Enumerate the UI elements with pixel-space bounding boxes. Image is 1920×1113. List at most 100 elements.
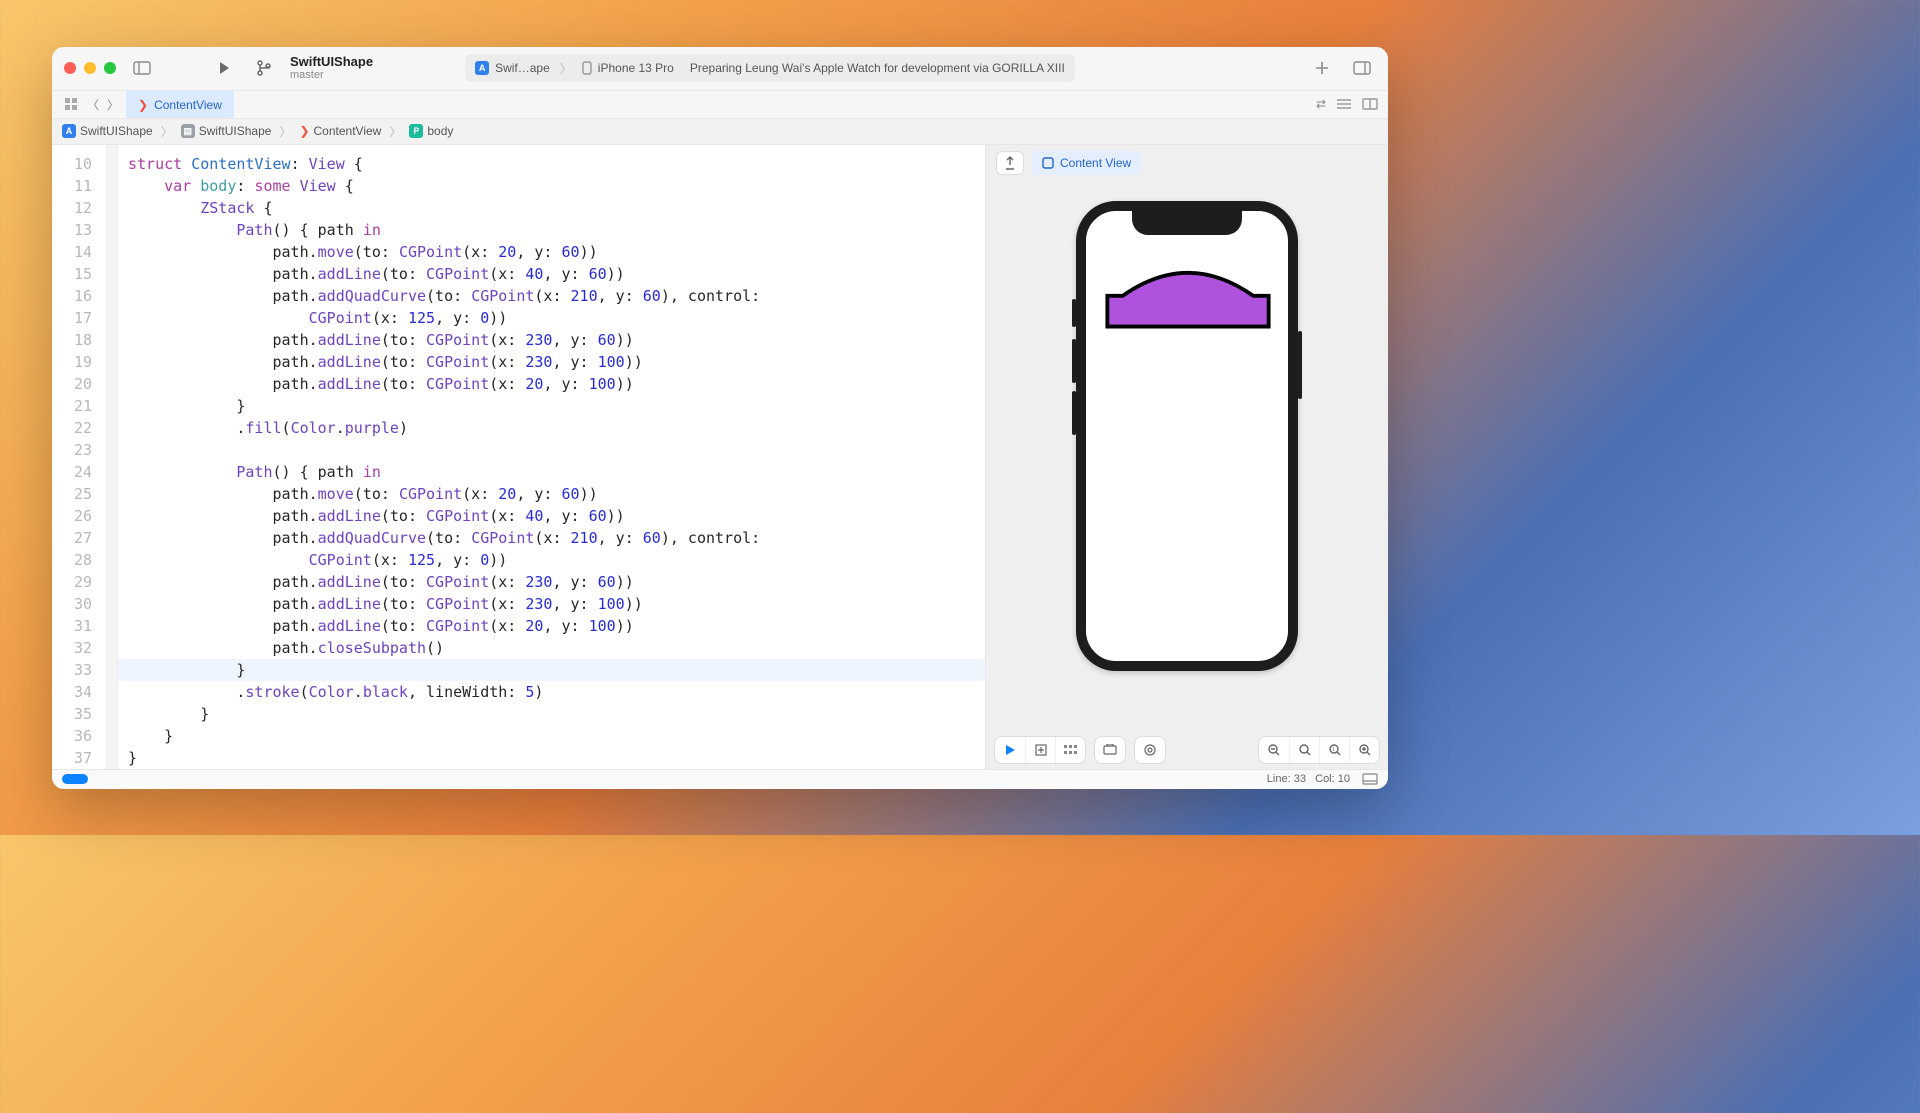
refresh-icon[interactable]: ⇄ xyxy=(1316,97,1326,111)
code-line[interactable]: path.addLine(to: CGPoint(x: 40, y: 60)) xyxy=(128,263,985,285)
code-line[interactable]: var body: some View { xyxy=(128,175,985,197)
related-items-button[interactable] xyxy=(62,95,80,113)
code-line[interactable]: struct ContentView: View { xyxy=(128,153,985,175)
device-settings-button[interactable] xyxy=(1095,737,1125,763)
run-destination[interactable]: A Swif…ape 〉 iPhone 13 Pro Preparing Leu… xyxy=(465,54,1075,82)
line-number: 35 xyxy=(52,703,100,725)
line-number: 17 xyxy=(52,307,100,329)
zoom-window-button[interactable] xyxy=(104,62,116,74)
status-line-label: Line: xyxy=(1267,773,1291,785)
line-number: 29 xyxy=(52,571,100,593)
line-number: 20 xyxy=(52,373,100,395)
project-name: SwiftUIShape xyxy=(290,55,373,69)
code-line[interactable]: CGPoint(x: 125, y: 0)) xyxy=(128,549,985,571)
code-line[interactable]: .stroke(Color.black, lineWidth: 5) xyxy=(128,681,985,703)
code-line[interactable]: ZStack { xyxy=(128,197,985,219)
selectable-preview-button[interactable] xyxy=(1025,737,1055,763)
code-line[interactable]: } xyxy=(128,747,985,769)
preview-header: Content View xyxy=(986,145,1388,181)
code-line[interactable]: } xyxy=(118,659,985,681)
statusbar: Line: 33 Col: 10 xyxy=(52,769,1388,789)
code-line[interactable]: } xyxy=(128,725,985,747)
line-number: 33 xyxy=(52,659,100,681)
jumpbar-seg-0: SwiftUIShape xyxy=(80,124,153,138)
preview-canvas[interactable] xyxy=(986,181,1388,731)
code-line[interactable]: .fill(Color.purple) xyxy=(128,417,985,439)
project-title[interactable]: SwiftUIShape master xyxy=(290,55,373,81)
code-line[interactable] xyxy=(128,439,985,461)
titlebar-right xyxy=(1308,54,1376,82)
code-line[interactable]: path.addLine(to: CGPoint(x: 230, y: 100)… xyxy=(128,593,985,615)
preview-selector[interactable]: Content View xyxy=(1032,151,1141,175)
line-number: 18 xyxy=(52,329,100,351)
code-line[interactable]: path.addLine(to: CGPoint(x: 40, y: 60)) xyxy=(128,505,985,527)
jumpbar[interactable]: A SwiftUIShape 〉 ▤ SwiftUIShape 〉 ❯ Cont… xyxy=(52,119,1388,145)
chevron-right-icon: 〉 xyxy=(157,123,177,140)
swift-icon: ❯ xyxy=(138,98,148,112)
editor-tab[interactable]: ❯ ContentView xyxy=(126,91,234,118)
line-number: 26 xyxy=(52,505,100,527)
close-window-button[interactable] xyxy=(64,62,76,74)
scheme-icon: A xyxy=(475,61,489,75)
pin-preview-button[interactable] xyxy=(996,151,1024,175)
add-editor-button[interactable] xyxy=(1362,98,1378,110)
toggle-navigator-button[interactable] xyxy=(128,54,156,82)
history-back-button[interactable]: 〈 xyxy=(86,96,100,113)
code-area[interactable]: struct ContentView: View { var body: som… xyxy=(118,145,985,769)
toggle-debug-area-button[interactable] xyxy=(1362,773,1378,785)
tab-label: ContentView xyxy=(154,98,222,112)
line-number: 37 xyxy=(52,747,100,769)
activity-indicator[interactable] xyxy=(62,774,88,784)
line-number: 22 xyxy=(52,417,100,439)
toggle-inspector-button[interactable] xyxy=(1348,54,1376,82)
code-line[interactable]: path.addQuadCurve(to: CGPoint(x: 210, y:… xyxy=(128,527,985,549)
chevron-right-icon: 〉 xyxy=(275,123,295,140)
code-line[interactable]: path.closeSubpath() xyxy=(128,637,985,659)
code-line[interactable]: path.addLine(to: CGPoint(x: 230, y: 60)) xyxy=(128,329,985,351)
line-number: 24 xyxy=(52,461,100,483)
run-button[interactable] xyxy=(210,54,238,82)
folder-icon: ▤ xyxy=(181,124,195,138)
zoom-in-button[interactable] xyxy=(1349,737,1379,763)
line-gutter: 1011121314151617181920212223242526272829… xyxy=(52,145,106,769)
code-line[interactable]: CGPoint(x: 125, y: 0)) xyxy=(128,307,985,329)
property-icon: P xyxy=(409,124,423,138)
code-line[interactable]: path.move(to: CGPoint(x: 20, y: 60)) xyxy=(128,241,985,263)
variants-button[interactable] xyxy=(1055,737,1085,763)
line-number: 11 xyxy=(52,175,100,197)
code-line[interactable]: path.addLine(to: CGPoint(x: 20, y: 100)) xyxy=(128,373,985,395)
line-number: 19 xyxy=(52,351,100,373)
history-forward-button[interactable]: 〉 xyxy=(106,96,120,113)
chevron-right-icon: 〉 xyxy=(556,60,576,77)
code-line[interactable]: } xyxy=(128,703,985,725)
zoom-actual-button[interactable]: 1 xyxy=(1319,737,1349,763)
code-line[interactable]: path.addLine(to: CGPoint(x: 20, y: 100)) xyxy=(128,615,985,637)
preview-settings-button[interactable] xyxy=(1135,737,1165,763)
editor-options-button[interactable] xyxy=(1336,98,1352,110)
code-line[interactable]: path.addLine(to: CGPoint(x: 230, y: 60)) xyxy=(128,571,985,593)
code-line[interactable]: path.move(to: CGPoint(x: 20, y: 60)) xyxy=(128,483,985,505)
code-line[interactable]: } xyxy=(128,395,985,417)
device-name: iPhone 13 Pro xyxy=(598,61,674,75)
zoom-out-button[interactable] xyxy=(1259,737,1289,763)
code-line[interactable]: Path() { path in xyxy=(128,219,985,241)
minimize-window-button[interactable] xyxy=(84,62,96,74)
add-button[interactable] xyxy=(1308,54,1336,82)
zoom-to-fit-button[interactable] xyxy=(1289,737,1319,763)
code-line[interactable]: path.addLine(to: CGPoint(x: 230, y: 100)… xyxy=(128,351,985,373)
line-number: 15 xyxy=(52,263,100,285)
chevron-right-icon: 〉 xyxy=(385,123,405,140)
code-editor[interactable]: 1011121314151617181920212223242526272829… xyxy=(52,145,986,769)
status-col-label: Col: xyxy=(1315,773,1335,785)
line-number: 34 xyxy=(52,681,100,703)
project-branch: master xyxy=(290,69,373,81)
scheme-name: Swif…ape xyxy=(495,61,550,75)
line-number: 21 xyxy=(52,395,100,417)
preview-pane: Content View xyxy=(986,145,1388,769)
code-line[interactable]: Path() { path in xyxy=(128,461,985,483)
device-mute-switch xyxy=(1072,299,1076,327)
live-preview-button[interactable] xyxy=(995,737,1025,763)
code-line[interactable]: path.addQuadCurve(to: CGPoint(x: 210, y:… xyxy=(128,285,985,307)
fold-ribbon[interactable] xyxy=(106,145,118,769)
scheme-branch-icon[interactable] xyxy=(250,54,278,82)
